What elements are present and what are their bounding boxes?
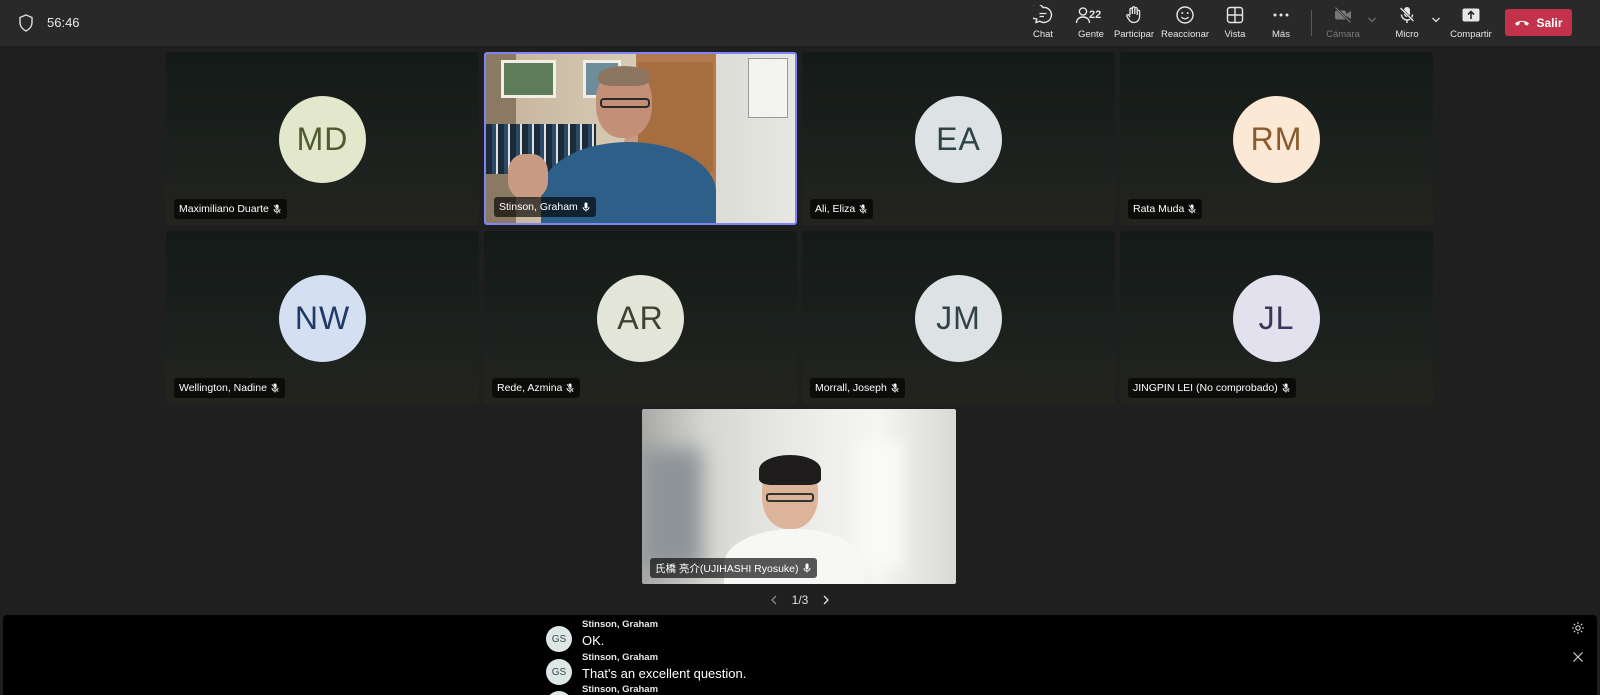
participant-name: Ali, Eliza <box>815 203 856 215</box>
participant-tile[interactable]: AR Rede, Azmina <box>484 231 797 404</box>
avatar: JM <box>915 275 1002 362</box>
mic-off-icon <box>270 383 279 393</box>
raise-hand-label: Participar <box>1113 29 1155 40</box>
hang-up-icon <box>1515 20 1530 26</box>
participant-tile[interactable]: MD Maximiliano Duarte <box>166 52 479 225</box>
participant-name: Morrall, Joseph <box>815 382 887 394</box>
caption-entry: GS Stinson, Graham <box>546 684 658 695</box>
mic-off-icon <box>1281 383 1290 393</box>
more-icon <box>1273 13 1289 17</box>
mic-button[interactable]: Micro <box>1392 5 1422 43</box>
participant-nametag: Rede, Azmina <box>492 378 581 398</box>
mic-icon <box>582 202 590 212</box>
leave-button[interactable]: Salir <box>1505 9 1572 36</box>
participant-nametag: Maximiliano Duarte <box>174 199 287 219</box>
participant-name: Maximiliano Duarte <box>179 203 269 215</box>
participant-name: Wellington, Nadine <box>179 382 267 394</box>
participant-nametag: Stinson, Graham <box>494 197 596 217</box>
meeting-toolbar: 56:46 Chat 22 Gente Participar Reacciona… <box>0 0 1600 46</box>
participant-tile[interactable]: JL JINGPIN LEI (No comprobado) <box>1120 231 1433 404</box>
caption-speaker: Stinson, Graham <box>582 619 659 630</box>
previous-page-icon[interactable] <box>770 595 778 605</box>
participant-nametag: Morrall, Joseph <box>810 378 905 398</box>
participant-tile[interactable]: EA Ali, Eliza <box>802 52 1115 225</box>
raise-hand-icon <box>1126 6 1141 24</box>
leave-label: Salir <box>1536 15 1563 30</box>
mic-off-icon <box>890 383 899 393</box>
participant-nametag: Ali, Eliza <box>810 199 874 219</box>
mic-options-chevron-icon[interactable] <box>1431 16 1441 24</box>
camera-button[interactable]: Cámara <box>1323 5 1363 43</box>
camera-off-icon <box>1334 6 1352 24</box>
people-count: 22 <box>1089 9 1102 21</box>
participant-name: Rata Muda <box>1133 203 1185 215</box>
participant-nametag: 氏橋 亮介(UJIHASHI Ryosuke) <box>650 558 817 578</box>
people-label: Gente <box>1078 29 1104 40</box>
avatar: JL <box>1233 275 1320 362</box>
gear-icon[interactable] <box>1571 621 1585 635</box>
avatar: EA <box>915 96 1002 183</box>
participant-name: Stinson, Graham <box>499 201 578 213</box>
caption-text: OK. <box>582 633 605 648</box>
participant-nametag: JINGPIN LEI (No comprobado) <box>1128 378 1296 398</box>
react-button[interactable]: Reaccionar <box>1160 5 1210 43</box>
more-label: Más <box>1272 29 1290 40</box>
avatar: AR <box>597 275 684 362</box>
live-captions-panel: GS Stinson, Graham OK. GS Stinson, Graham Tha… <box>3 615 1597 695</box>
participant-tile[interactable]: NW Wellington, Nadine <box>166 231 479 404</box>
avatar: NW <box>279 275 366 362</box>
camera-label: Cámara <box>1326 29 1360 40</box>
toolbar-separator <box>1311 10 1312 36</box>
mic-off-icon <box>859 204 868 214</box>
next-page-icon[interactable] <box>822 595 830 605</box>
avatar: MD <box>279 96 366 183</box>
mic-off-icon <box>1188 204 1197 214</box>
camera-options-chevron-icon[interactable] <box>1367 16 1377 24</box>
caption-speaker: Stinson, Graham <box>582 652 659 663</box>
featured-video-tile[interactable]: 氏橋 亮介(UJIHASHI Ryosuke) <box>642 409 956 584</box>
chat-icon <box>1033 5 1053 24</box>
view-label: Vista <box>1224 29 1246 40</box>
caption-entry: GS Stinson, Graham That's an excellent que… <box>546 652 746 685</box>
avatar: GS <box>546 691 572 695</box>
share-label: Compartir <box>1450 29 1492 40</box>
participant-name: Rede, Azmina <box>497 382 563 394</box>
page-indicator: 1/3 <box>791 593 809 607</box>
mic-label: Micro <box>1395 29 1419 40</box>
participant-nametag: Rata Muda <box>1128 199 1203 219</box>
grid-icon <box>1226 6 1244 24</box>
emoji-icon <box>1176 6 1194 24</box>
caption-entry: GS Stinson, Graham OK. <box>546 619 658 652</box>
participant-tile[interactable]: RM Rata Muda <box>1120 52 1433 225</box>
participant-nametag: Wellington, Nadine <box>174 378 285 398</box>
more-button[interactable]: Más <box>1266 5 1296 43</box>
mic-off-icon <box>566 383 575 393</box>
close-icon[interactable] <box>1572 651 1584 663</box>
avatar: GS <box>546 626 572 652</box>
participant-name: 氏橋 亮介(UJIHASHI Ryosuke) <box>655 562 799 575</box>
caption-text: That's an excellent question. <box>582 666 747 681</box>
mic-icon <box>803 563 810 573</box>
chat-label: Chat <box>1032 29 1054 40</box>
caption-speaker: Stinson, Graham <box>582 684 659 695</box>
participant-name: JINGPIN LEI (No comprobado) <box>1133 382 1278 394</box>
gallery-pager: 1/3 <box>770 592 830 608</box>
view-button[interactable]: Vista <box>1220 5 1250 43</box>
participant-video-tile[interactable]: Stinson, Graham <box>484 52 797 225</box>
share-button[interactable]: Compartir <box>1450 5 1492 43</box>
people-button[interactable]: 22 Gente <box>1071 5 1111 43</box>
avatar: RM <box>1233 96 1320 183</box>
meeting-timer: 56:46 <box>47 15 80 30</box>
raise-hand-button[interactable]: Participar <box>1114 5 1154 43</box>
share-icon <box>1462 8 1480 22</box>
participant-tile[interactable]: JM Morrall, Joseph <box>802 231 1115 404</box>
mic-off-icon <box>1399 6 1415 23</box>
mic-off-icon <box>272 204 281 214</box>
shield-icon[interactable] <box>18 14 34 32</box>
react-label: Reaccionar <box>1160 29 1210 40</box>
avatar: GS <box>546 659 572 685</box>
chat-button[interactable]: Chat <box>1028 5 1058 43</box>
